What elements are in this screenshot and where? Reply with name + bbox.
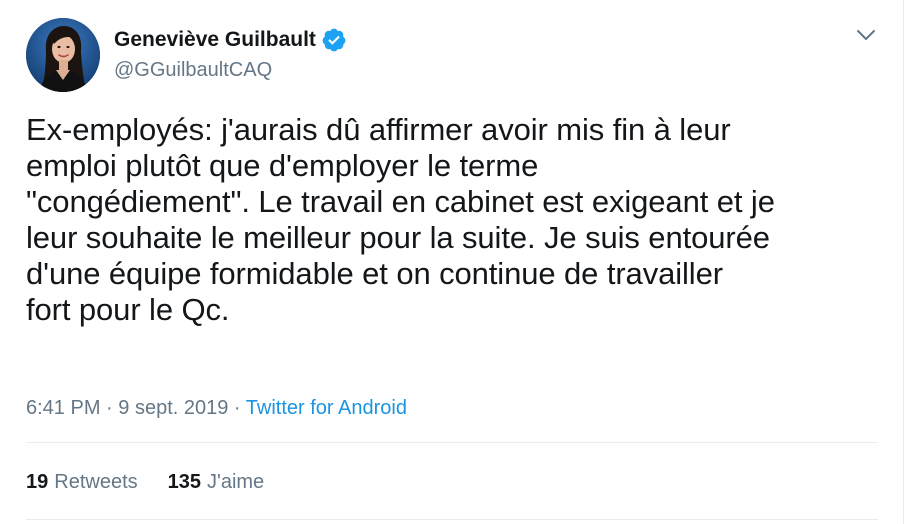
meta-separator: · (233, 397, 246, 419)
chevron-down-icon[interactable] (855, 26, 877, 44)
likes-label: J'aime (207, 471, 265, 493)
tweet-stats: 19 Retweets 135 J'aime (26, 468, 264, 496)
divider (26, 519, 878, 520)
tweet-date[interactable]: 9 sept. 2019 (118, 397, 228, 419)
tweet-text: Ex-employés: j'aurais dû affirmer avoir … (26, 112, 775, 327)
retweets-stat[interactable]: 19 Retweets (26, 468, 138, 496)
retweets-label: Retweets (54, 471, 138, 493)
avatar-image (26, 18, 100, 92)
tweet-metadata: 6:41 PM · 9 sept. 2019 · Twitter for And… (26, 394, 407, 422)
author-handle[interactable]: @GGuilbaultCAQ (114, 56, 272, 84)
likes-stat[interactable]: 135 J'aime (168, 468, 265, 496)
verified-badge-icon (321, 27, 347, 53)
tweet-source-link[interactable]: Twitter for Android (246, 397, 407, 419)
tweet-card: Geneviève Guilbault @GGuilbaultCAQ Ex-em… (0, 0, 904, 524)
retweets-count: 19 (26, 471, 49, 493)
tweet-time[interactable]: 6:41 PM (26, 397, 100, 419)
meta-separator: · (106, 397, 119, 419)
divider (26, 442, 878, 443)
author-name[interactable]: Geneviève Guilbault (114, 26, 316, 54)
likes-count: 135 (167, 471, 201, 493)
author-name-row[interactable]: Geneviève Guilbault (114, 26, 347, 54)
avatar[interactable] (26, 18, 100, 92)
